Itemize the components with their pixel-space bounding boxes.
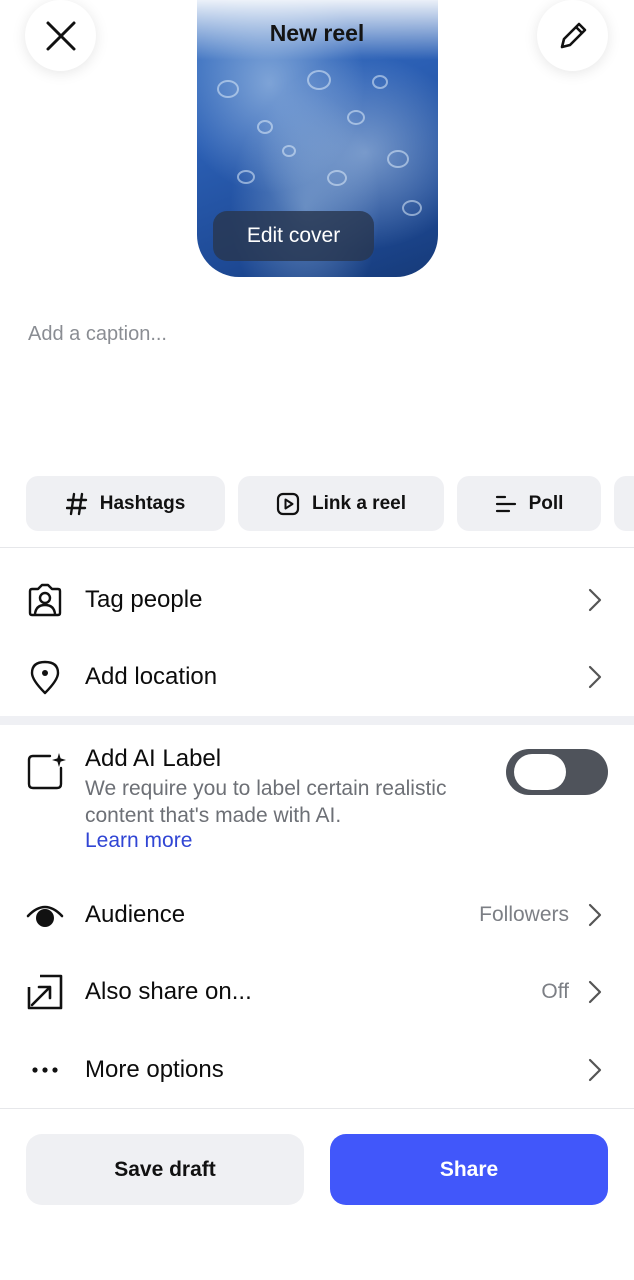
hashtag-icon	[65, 492, 87, 515]
divider	[0, 547, 634, 548]
toggle-knob	[514, 754, 566, 790]
poll-chip[interactable]: Poll	[457, 476, 601, 531]
eye-icon	[26, 896, 64, 934]
learn-more-link[interactable]: Learn more	[85, 829, 192, 853]
chevron-right-icon	[588, 903, 602, 927]
close-button[interactable]	[25, 0, 96, 71]
ai-label-icon	[26, 751, 66, 791]
poll-chip-label: Poll	[528, 492, 564, 514]
more-dots-icon	[26, 1051, 64, 1089]
ai-label-description: We require you to label certain realisti…	[85, 777, 447, 827]
pencil-icon	[560, 22, 586, 48]
link-reel-chip[interactable]: Link a reel	[238, 476, 444, 531]
edit-button[interactable]	[537, 0, 608, 71]
ai-label-toggle[interactable]	[506, 749, 608, 795]
audience-row[interactable]: Audience Followers	[0, 885, 634, 945]
section-separator	[0, 716, 634, 725]
tag-people-label: Tag people	[85, 586, 203, 613]
location-pin-icon	[26, 658, 64, 696]
add-location-row[interactable]: Add location	[0, 647, 634, 707]
save-draft-button[interactable]: Save draft	[26, 1134, 304, 1205]
also-share-value: Off	[541, 980, 569, 1003]
more-options-row[interactable]: More options	[0, 1040, 634, 1100]
also-share-label: Also share on...	[85, 978, 252, 1005]
caption-input[interactable]: Add a caption...	[28, 323, 167, 346]
edit-cover-button[interactable]: Edit cover	[213, 211, 374, 261]
chevron-right-icon	[588, 1058, 602, 1082]
hashtags-chip[interactable]: Hashtags	[26, 476, 225, 531]
more-chip[interactable]	[614, 476, 634, 531]
hashtags-chip-label: Hashtags	[99, 492, 186, 514]
add-location-label: Add location	[85, 663, 218, 690]
audience-label: Audience	[85, 901, 186, 928]
tag-person-icon	[26, 581, 64, 619]
also-share-row[interactable]: Also share on... Off	[0, 962, 634, 1022]
ai-label-title: Add AI Label	[85, 745, 222, 772]
share-button[interactable]: Share	[330, 1134, 608, 1205]
tag-people-row[interactable]: Tag people	[0, 570, 634, 630]
quick-actions-bar: Hashtags Link a reel Poll	[0, 476, 634, 531]
share-out-icon	[26, 973, 64, 1011]
divider	[0, 1108, 634, 1109]
chevron-right-icon	[588, 588, 602, 612]
chevron-right-icon	[588, 665, 602, 689]
chevron-right-icon	[588, 980, 602, 1004]
reel-play-icon	[276, 492, 300, 515]
poll-icon	[495, 495, 516, 512]
link-reel-chip-label: Link a reel	[312, 492, 406, 514]
more-options-label: More options	[85, 1056, 224, 1083]
close-icon	[46, 21, 75, 50]
audience-value: Followers	[479, 903, 569, 926]
